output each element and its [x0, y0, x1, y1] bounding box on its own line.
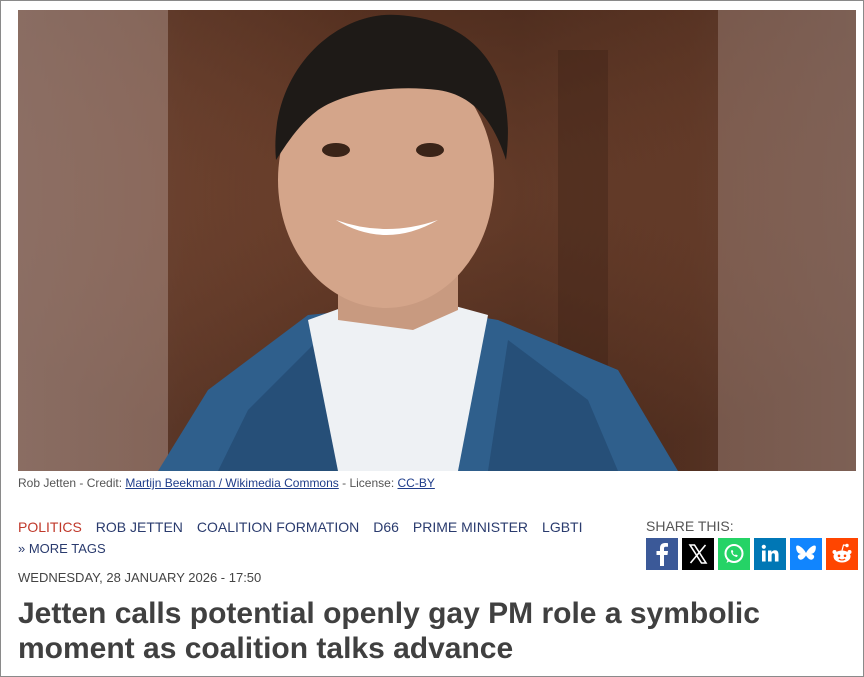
tag-rob-jetten[interactable]: ROB JETTEN — [96, 519, 183, 535]
x-icon — [688, 544, 708, 564]
photo-caption: Rob Jetten - Credit: Martijn Beekman / W… — [18, 476, 435, 490]
linkedin-icon — [761, 544, 779, 562]
share-whatsapp-button[interactable] — [718, 538, 750, 570]
bluesky-icon — [796, 545, 816, 560]
article-headline: Jetten calls potential openly gay PM rol… — [18, 597, 760, 665]
article-photo — [18, 10, 856, 471]
share-linkedin-button[interactable] — [754, 538, 786, 570]
share-bluesky-button[interactable] — [790, 538, 822, 570]
share-label: SHARE THIS: — [646, 518, 734, 534]
caption-subject: Rob Jetten - Credit: — [18, 476, 126, 490]
share-buttons — [646, 538, 858, 570]
tag-d66[interactable]: D66 — [373, 519, 399, 535]
portrait-illustration — [18, 10, 856, 471]
credit-link[interactable]: Martijn Beekman / Wikimedia Commons — [125, 476, 338, 490]
more-tags-link[interactable]: » MORE TAGS — [18, 541, 106, 556]
tag-prime-minister[interactable]: PRIME MINISTER — [413, 519, 528, 535]
article-date: WEDNESDAY, 28 JANUARY 2026 - 17:50 — [18, 570, 262, 585]
tag-politics[interactable]: POLITICS — [18, 519, 82, 535]
license-prefix: - License: — [338, 476, 398, 490]
whatsapp-icon — [724, 544, 744, 563]
share-facebook-button[interactable] — [646, 538, 678, 570]
tag-list: POLITICS ROB JETTEN COALITION FORMATION D66… — [18, 519, 618, 535]
facebook-icon — [656, 543, 668, 566]
tag-lgbti[interactable]: LGBTI — [542, 519, 582, 535]
reddit-icon — [832, 543, 852, 563]
tag-coalition-formation[interactable]: COALITION FORMATION — [197, 519, 359, 535]
share-x-button[interactable] — [682, 538, 714, 570]
share-reddit-button[interactable] — [826, 538, 858, 570]
license-link[interactable]: CC-BY — [398, 476, 435, 490]
